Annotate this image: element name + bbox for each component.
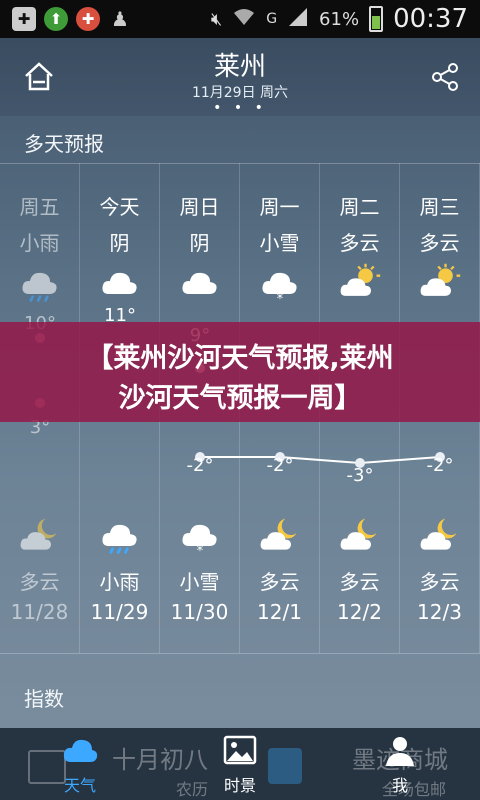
status-right-icons: 🔇︎ G 61% 00:37	[211, 4, 480, 34]
low-temp-label: -3°	[347, 465, 374, 486]
image-icon	[223, 735, 257, 765]
forecast-title: 多天预报	[24, 132, 104, 156]
lunar-date: 十月初八	[112, 746, 208, 774]
index-divider	[0, 653, 480, 654]
status-bar: ✚ ⬆ ✚ ♟ 🔇︎ G 61% 00:37	[0, 0, 480, 38]
tab-me-label: 我	[391, 776, 408, 795]
clock: 00:37	[393, 4, 468, 34]
status-left-icons: ✚ ⬆ ✚ ♟	[0, 7, 132, 31]
tab-scenes[interactable]: 时景	[200, 728, 280, 800]
banner-line-2: 沙河天气预报一周】	[118, 383, 362, 414]
low-temp-line	[200, 456, 441, 465]
low-temp-label: -2°	[427, 455, 454, 476]
city-header: 莱州 11月29日 周六 • • •	[0, 38, 480, 116]
battery-percent: 61%	[319, 8, 360, 30]
index-title: 指数	[24, 687, 64, 711]
add-icon: ✚	[12, 7, 36, 31]
low-temp-label: -2°	[267, 455, 294, 476]
upload-icon: ⬆	[44, 7, 68, 31]
tab-scenes-label: 时景	[223, 776, 256, 795]
person-icon	[386, 737, 414, 766]
current-date: 11月29日 周六	[191, 85, 289, 101]
signal-icon	[287, 6, 309, 33]
tab-weather[interactable]: 天气	[40, 728, 120, 800]
title-banner: 【莱州沙河天气预报,莱州 沙河天气预报一周】	[0, 322, 480, 422]
wifi-icon	[232, 7, 256, 32]
cloud-icon	[63, 739, 98, 762]
banner-line-1: 【莱州沙河天气预报,莱州	[86, 343, 394, 374]
city-name[interactable]: 莱州	[0, 46, 480, 83]
share-icon[interactable]	[430, 62, 460, 92]
low-temp-label: -2°	[187, 455, 214, 476]
game-icon: ✚	[76, 7, 100, 31]
battery-icon	[369, 6, 384, 32]
qq-icon: ♟	[111, 7, 129, 31]
page-indicator: • • •	[213, 100, 267, 116]
tab-me[interactable]: 我	[360, 728, 440, 800]
tab-weather-label: 天气	[63, 776, 96, 795]
mute-icon: 🔇︎	[210, 8, 223, 30]
bottom-nav: 十月初八 农历 墨迹商城 全场包邮 天气 时景 我	[0, 728, 480, 800]
network-type: G	[266, 11, 278, 27]
